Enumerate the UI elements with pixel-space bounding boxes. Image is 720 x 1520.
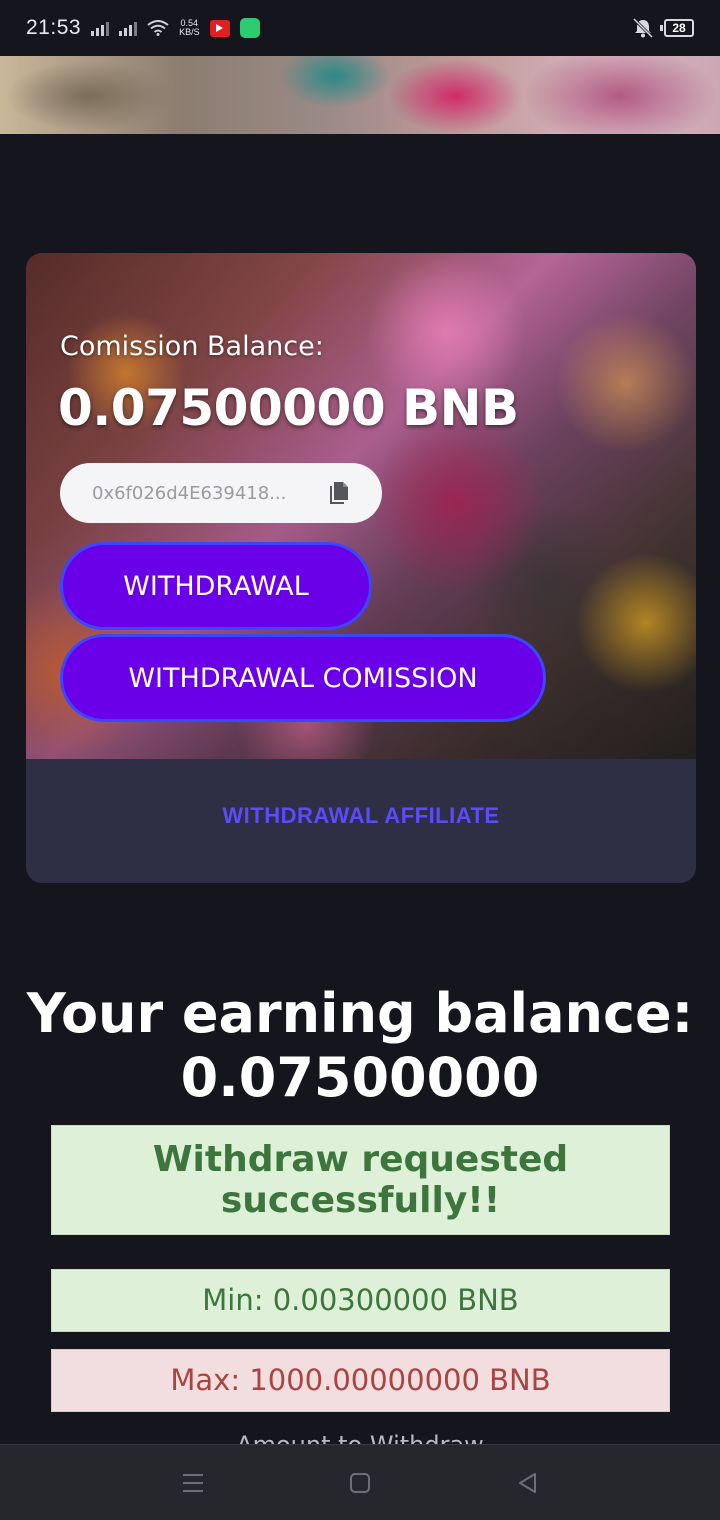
nav-home-button[interactable] [340, 1463, 380, 1503]
amount-to-withdraw-label: Amount to Withdraw [0, 1430, 720, 1444]
withdrawal-button[interactable]: WITHDRAWAL [60, 542, 372, 630]
status-bar-right: 28 [632, 17, 694, 39]
network-speed-unit: KB/S [179, 27, 200, 37]
battery-icon: 28 [660, 19, 694, 37]
system-navigation-bar [0, 1444, 720, 1520]
withdrawal-commission-button[interactable]: WITHDRAWAL COMISSION [60, 634, 546, 722]
wallet-address-text: 0x6f026d4E639418... [92, 482, 287, 504]
earning-balance-label: Your earning balance: [26, 982, 694, 1045]
signal-icon-2 [119, 20, 138, 36]
success-alert-text: Withdraw requested successfully!! [152, 1139, 569, 1221]
nav-recents-button[interactable] [173, 1463, 213, 1503]
bell-muted-icon [632, 17, 654, 39]
withdrawal-affiliate-link[interactable]: WITHDRAWAL AFFILIATE [26, 803, 696, 829]
status-bar-left: 21:53 0.54 KB/S [26, 16, 260, 40]
earning-balance-heading: Your earning balance: 0.07500000 [0, 982, 720, 1110]
youtube-icon [209, 19, 230, 37]
commission-card: Comission Balance: 0.07500000 BNB 0x6f02… [26, 253, 696, 883]
earning-balance-value: 0.07500000 [180, 1046, 540, 1109]
copy-icon[interactable] [328, 480, 350, 506]
menu-icon [183, 1473, 204, 1492]
network-speed: 0.54 KB/S [179, 19, 200, 37]
wifi-icon [147, 20, 169, 36]
max-amount-alert: Max: 1000.00000000 BNB [51, 1349, 670, 1412]
commission-balance-label: Comission Balance: [60, 331, 324, 362]
success-alert: Withdraw requested successfully!! [51, 1125, 670, 1235]
status-bar: 21:53 0.54 KB/S 28 [0, 0, 720, 56]
top-banner-image [0, 56, 720, 134]
back-icon [518, 1472, 536, 1493]
wallet-address-field[interactable]: 0x6f026d4E639418... [60, 463, 382, 523]
commission-balance-value: 0.07500000 BNB [58, 379, 519, 437]
signal-icon [91, 20, 110, 36]
clock: 21:53 [26, 16, 82, 39]
app-notification-icon [239, 18, 260, 38]
home-icon [349, 1472, 370, 1493]
nav-back-button[interactable] [507, 1463, 547, 1503]
min-amount-alert: Min: 0.00300000 BNB [51, 1269, 670, 1332]
